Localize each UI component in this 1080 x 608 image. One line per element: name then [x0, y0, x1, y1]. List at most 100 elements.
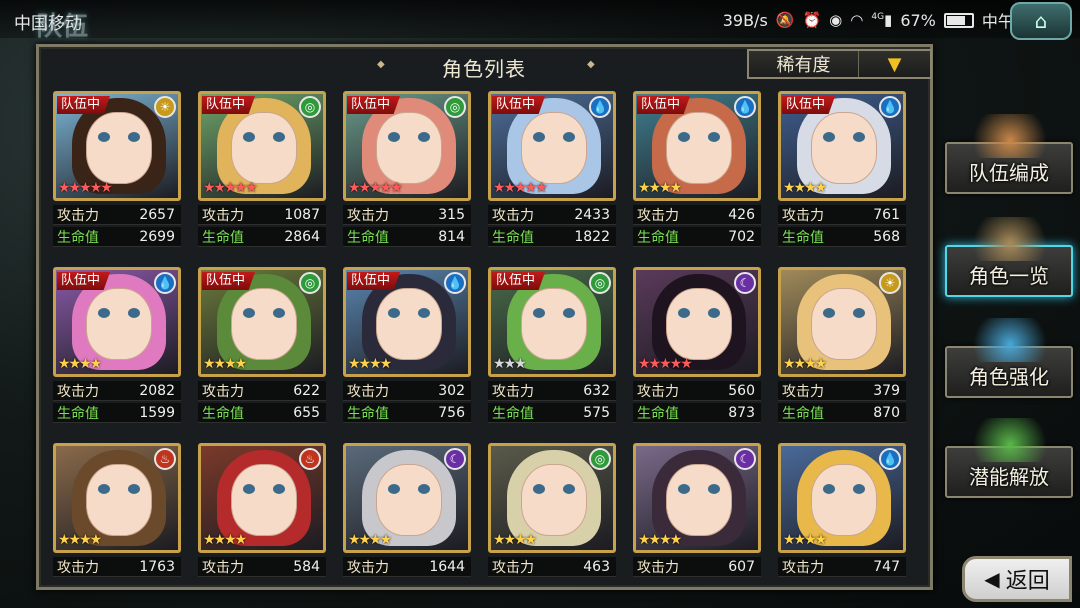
character-card[interactable]: 队伍中 ◎ ★★★★★ 攻击力 1087 生命值 2864 — [194, 91, 326, 261]
water-element-icon: 💧 — [154, 272, 176, 294]
menu-art-icon — [965, 418, 1055, 462]
character-card[interactable]: 队伍中 💧 ★★★★ 攻击力 2082 生命值 1599 — [49, 267, 181, 437]
in-team-tag: 队伍中 — [202, 272, 256, 290]
light-element-icon: ☀ — [154, 96, 176, 118]
character-card[interactable]: ☾ ★★★★★ 攻击力 560 生命值 873 — [629, 267, 761, 437]
character-card[interactable]: 队伍中 💧 ★★★★ 攻击力 426 生命值 702 — [629, 91, 761, 261]
hp-label: 生命值 — [492, 405, 534, 422]
back-label: 返回 — [1005, 569, 1050, 594]
hp-value: 814 — [438, 228, 465, 245]
character-card[interactable]: ♨ ★★★★ 攻击力 1763 — [49, 443, 181, 587]
mute-icon: 🔕 — [775, 11, 795, 29]
attack-label: 攻击力 — [347, 383, 389, 400]
character-card[interactable]: 队伍中 ◎ ★★★★★ 攻击力 315 生命值 814 — [339, 91, 471, 261]
character-portrait: 队伍中 ☀ ★★★★★ — [53, 91, 181, 201]
character-card[interactable]: 队伍中 ◎ ★★★★ 攻击力 622 生命值 655 — [194, 267, 326, 437]
water-element-icon: 💧 — [879, 96, 901, 118]
attack-value: 2657 — [139, 206, 175, 223]
attack-value: 560 — [728, 382, 755, 399]
attack-stat: 攻击力 1087 — [198, 205, 326, 225]
character-card[interactable]: ☾ ★★★★ 攻击力 1644 — [339, 443, 471, 587]
fire-element-icon: ♨ — [299, 448, 321, 470]
battery-percent: 67% — [900, 10, 936, 30]
character-card[interactable]: ☾ ★★★★ 攻击力 607 — [629, 443, 761, 587]
side-menu-label: 潜能解放 — [969, 465, 1049, 489]
rarity-stars: ★★★★ — [638, 532, 682, 548]
menu-art-icon — [965, 114, 1055, 158]
character-grid[interactable]: 队伍中 ☀ ★★★★★ 攻击力 2657 生命值 2699 队伍中 ◎ ★★★★★ 攻击力 1087 生… — [49, 91, 917, 587]
alarm-icon: ⏰ — [802, 11, 822, 29]
menu-art-icon — [965, 217, 1055, 261]
attack-label: 攻击力 — [637, 559, 679, 576]
attack-stat: 攻击力 2657 — [53, 205, 181, 225]
attack-label: 攻击力 — [57, 383, 99, 400]
attack-value: 607 — [728, 558, 755, 575]
hp-stat: 生命值 1599 — [53, 403, 181, 423]
character-card[interactable]: ♨ ★★★★ 攻击力 584 — [194, 443, 326, 587]
attack-label: 攻击力 — [202, 559, 244, 576]
rarity-stars: ★★★★ — [348, 532, 392, 548]
sort-label: 稀有度 — [749, 51, 859, 77]
character-card[interactable]: ☀ ★★★★ 攻击力 379 生命值 870 — [774, 267, 906, 437]
character-portrait: ☾ ★★★★ — [343, 443, 471, 553]
water-element-icon: 💧 — [589, 96, 611, 118]
attack-label: 攻击力 — [57, 559, 99, 576]
character-portrait: ♨ ★★★★ — [53, 443, 181, 553]
hp-value: 575 — [583, 404, 610, 421]
attack-stat: 攻击力 632 — [488, 381, 616, 401]
side-menu-button[interactable]: 角色强化 — [945, 318, 1073, 398]
rarity-stars: ★★★★ — [783, 532, 827, 548]
character-card[interactable]: 队伍中 💧 ★★★★ 攻击力 302 生命值 756 — [339, 267, 471, 437]
character-portrait: 队伍中 ◎ ★★★★★ — [343, 91, 471, 201]
character-card[interactable]: 💧 ★★★★ 攻击力 747 — [774, 443, 906, 587]
home-button[interactable]: ⌂ — [1010, 2, 1072, 40]
rarity-stars: ★★★★ — [493, 532, 537, 548]
nature-element-icon: ◎ — [444, 96, 466, 118]
hp-label: 生命值 — [782, 405, 824, 422]
back-arrow-icon: ◀ — [984, 567, 1000, 591]
character-card[interactable]: 队伍中 ◎ ★★★ 攻击力 632 生命值 575 — [484, 267, 616, 437]
in-team-tag: 队伍中 — [347, 96, 401, 114]
character-portrait: ☾ ★★★★★ — [633, 267, 761, 377]
in-team-tag: 队伍中 — [492, 272, 546, 290]
fire-element-icon: ♨ — [154, 448, 176, 470]
hp-value: 568 — [873, 228, 900, 245]
character-card[interactable]: 队伍中 ☀ ★★★★★ 攻击力 2657 生命值 2699 — [49, 91, 181, 261]
rarity-stars: ★★★★★ — [203, 180, 258, 196]
hp-label: 生命值 — [637, 229, 679, 246]
net-speed: 39B/s — [722, 10, 768, 30]
in-team-tag: 队伍中 — [492, 96, 546, 114]
hp-value: 870 — [873, 404, 900, 421]
nature-element-icon: ◎ — [299, 96, 321, 118]
character-card[interactable]: 队伍中 💧 ★★★★ 攻击力 761 生命值 568 — [774, 91, 906, 261]
side-menu-button[interactable]: 队伍编成 — [945, 114, 1073, 194]
character-portrait: 队伍中 💧 ★★★★ — [53, 267, 181, 377]
hp-stat: 生命值 575 — [488, 403, 616, 423]
signal-icon: 4G▮ — [871, 11, 893, 29]
character-card[interactable]: ◎ ★★★★ 攻击力 463 — [484, 443, 616, 587]
attack-stat: 攻击力 302 — [343, 381, 471, 401]
in-team-tag: 队伍中 — [637, 96, 691, 114]
character-card[interactable]: 队伍中 💧 ★★★★★ 攻击力 2433 生命值 1822 — [484, 91, 616, 261]
rarity-stars: ★★★★ — [783, 356, 827, 372]
side-menu-button[interactable]: 潜能解放 — [945, 418, 1073, 498]
rarity-stars: ★★★ — [493, 356, 527, 372]
panel-title: 角色列表 — [442, 57, 526, 81]
hp-value: 2699 — [139, 228, 175, 245]
hp-value: 702 — [728, 228, 755, 245]
rarity-stars: ★★★★ — [203, 532, 247, 548]
attack-label: 攻击力 — [782, 207, 824, 224]
hp-label: 生命值 — [202, 405, 244, 422]
sort-dropdown[interactable]: 稀有度 ▼ — [747, 49, 932, 79]
rarity-stars: ★★★★ — [58, 532, 102, 548]
attack-stat: 攻击力 1644 — [343, 557, 471, 577]
attack-stat: 攻击力 463 — [488, 557, 616, 577]
hp-label: 生命值 — [57, 405, 99, 422]
back-button[interactable]: ◀ 返回 — [962, 556, 1072, 602]
hp-stat: 生命值 2864 — [198, 227, 326, 247]
hp-stat: 生命值 655 — [198, 403, 326, 423]
attack-stat: 攻击力 2433 — [488, 205, 616, 225]
attack-stat: 攻击力 2082 — [53, 381, 181, 401]
side-menu-button[interactable]: 角色一览 — [945, 217, 1073, 297]
hp-stat: 生命值 568 — [778, 227, 906, 247]
